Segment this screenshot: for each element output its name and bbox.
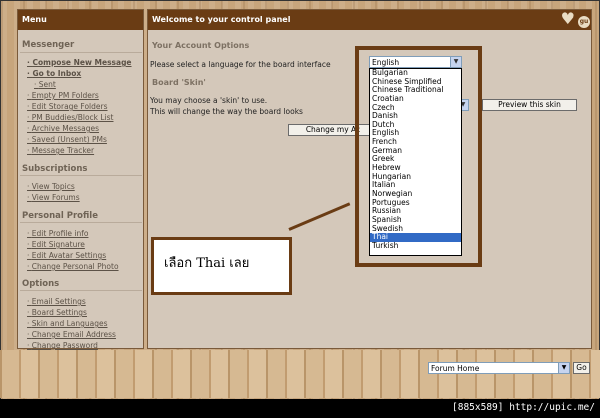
- skin-text-2: This will change the way the board looks: [150, 107, 303, 116]
- account-options-label: Your Account Options: [152, 41, 250, 50]
- empty-folders-link[interactable]: Empty PM Folders: [27, 91, 99, 100]
- tracker-link[interactable]: Message Tracker: [27, 146, 94, 155]
- saved-pms-link[interactable]: Saved (Unsent) PMs: [27, 135, 107, 144]
- skin-languages-link[interactable]: Skin and Languages: [27, 319, 108, 328]
- archive-link[interactable]: Archive Messages: [27, 124, 99, 133]
- view-topics-link[interactable]: View Topics: [27, 182, 75, 191]
- forum-jump-select[interactable]: Forum Home ▼: [428, 362, 570, 374]
- section-subscriptions: Subscriptions: [22, 164, 88, 174]
- page-title: Welcome to your control panel: [152, 15, 291, 24]
- logo-badge: gu: [578, 16, 590, 28]
- panel-header: Welcome to your control panel ♥ gu: [148, 10, 591, 30]
- forum-jump-value: Forum Home: [431, 364, 480, 373]
- personal-photo-link[interactable]: Change Personal Photo: [27, 262, 119, 271]
- edit-signature-link[interactable]: Edit Signature: [27, 240, 85, 249]
- sent-link[interactable]: Sent: [34, 80, 56, 89]
- inbox-link[interactable]: Go to Inbox: [27, 69, 81, 78]
- skin-text-1: You may choose a 'skin' to use.: [150, 96, 268, 105]
- preview-skin-button[interactable]: Preview this skin: [482, 99, 577, 111]
- edit-profile-link[interactable]: Edit Profile info: [27, 229, 89, 238]
- edit-storage-link[interactable]: Edit Storage Folders: [27, 102, 108, 111]
- divider: [20, 290, 142, 291]
- heart-logo-icon: ♥: [560, 9, 575, 28]
- menu-panel: Menu Messenger Compose New Message Go to…: [17, 9, 144, 350]
- chevron-down-icon[interactable]: ▼: [558, 363, 569, 373]
- go-button[interactable]: Go: [573, 362, 590, 374]
- image-footer: [885x589] http://upic.me/: [0, 399, 600, 418]
- skin-section-label: Board 'Skin': [152, 78, 206, 87]
- compose-message-link[interactable]: Compose New Message: [27, 58, 131, 67]
- section-personal-profile: Personal Profile: [22, 211, 98, 221]
- divider: [20, 222, 142, 223]
- section-options: Options: [22, 279, 60, 289]
- menu-title: Menu: [18, 10, 143, 30]
- language-prompt: Please select a language for the board i…: [150, 60, 331, 69]
- view-forums-link[interactable]: View Forums: [27, 193, 80, 202]
- callout-box: เลือก Thai เลย: [151, 237, 292, 295]
- section-messenger: Messenger: [22, 40, 75, 50]
- buddies-link[interactable]: PM Buddies/Block List: [27, 113, 114, 122]
- wood-background: [0, 350, 600, 398]
- board-settings-link[interactable]: Board Settings: [27, 308, 87, 317]
- divider: [20, 175, 142, 176]
- change-password-link[interactable]: Change Password: [27, 341, 98, 350]
- avatar-settings-link[interactable]: Edit Avatar Settings: [27, 251, 106, 260]
- callout-text: เลือก Thai เลย: [164, 256, 250, 271]
- highlight-box: [355, 46, 482, 267]
- change-email-link[interactable]: Change Email Address: [27, 330, 116, 339]
- divider: [20, 52, 142, 53]
- email-settings-link[interactable]: Email Settings: [27, 297, 86, 306]
